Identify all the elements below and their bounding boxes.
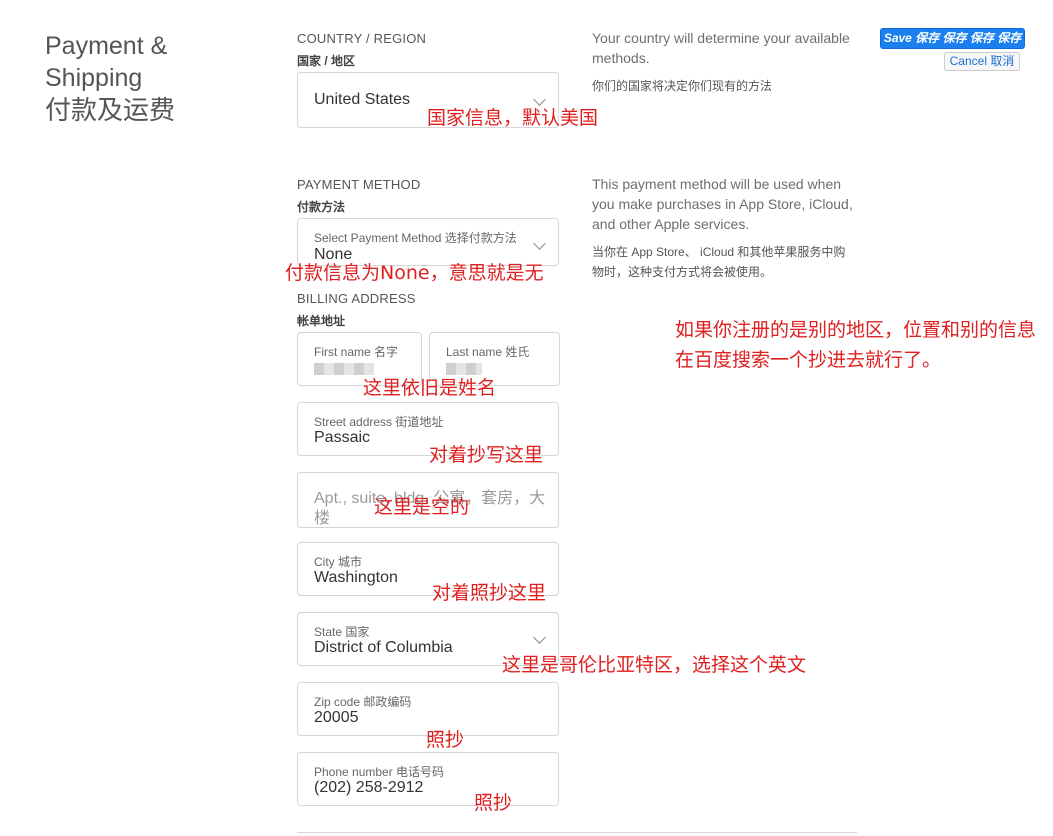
payment-note: This payment method will be used when yo… bbox=[592, 174, 854, 282]
state-value: District of Columbia bbox=[314, 639, 453, 656]
phone-number-label: Phone number 电话号码 bbox=[314, 765, 445, 779]
page-title-zh: 付款及运费 bbox=[45, 95, 176, 125]
country-select-value: United States bbox=[314, 91, 411, 108]
annotation-apt: 这里是空的 bbox=[374, 496, 470, 518]
billing-heading-zh: 帐单地址 bbox=[297, 314, 346, 328]
country-note-en: Your country will determine your availab… bbox=[592, 30, 850, 66]
annotation-zip: 照抄 bbox=[426, 729, 465, 751]
country-heading: COUNTRY / REGION 国家 / 地区 bbox=[297, 31, 426, 69]
phone-number-field[interactable]: Phone number 电话号码 (202) 258-2912 bbox=[297, 752, 559, 806]
billing-heading-en: BILLING ADDRESS bbox=[297, 291, 416, 306]
payment-heading-en: PAYMENT METHOD bbox=[297, 177, 421, 192]
billing-heading: BILLING ADDRESS 帐单地址 bbox=[297, 291, 416, 329]
annotation-phone: 照抄 bbox=[474, 792, 513, 814]
annotation-country: 国家信息，默认美国 bbox=[427, 107, 599, 129]
country-heading-zh: 国家 / 地区 bbox=[297, 54, 356, 68]
last-name-label: Last name 姓氏 bbox=[446, 345, 530, 359]
zip-code-label: Zip code 邮政编码 bbox=[314, 695, 412, 709]
save-button[interactable]: Save 保存 保存 保存 保存 bbox=[880, 28, 1025, 49]
annotation-region-tip: 如果你注册的是别的地区，位置和别的信息在百度搜索一个抄进去就行了。 bbox=[675, 319, 1037, 371]
country-note-zh: 你们的国家将决定你们现有的方法 bbox=[592, 79, 773, 93]
annotation-state: 这里是哥伦比亚特区，选择这个英文 bbox=[502, 654, 807, 676]
first-name-label: First name 名字 bbox=[314, 345, 399, 359]
street-address-value: Passaic bbox=[314, 429, 371, 446]
payment-heading: PAYMENT METHOD 付款方法 bbox=[297, 177, 420, 215]
payment-heading-zh: 付款方法 bbox=[297, 200, 346, 214]
state-label: State 国家 bbox=[314, 625, 370, 639]
phone-number-value: (202) 258-2912 bbox=[314, 779, 424, 796]
country-heading-en: COUNTRY / REGION bbox=[297, 31, 427, 46]
page-title-en: Payment & Shipping bbox=[45, 32, 168, 92]
payment-note-en: This payment method will be used when yo… bbox=[592, 176, 853, 232]
divider bbox=[297, 832, 857, 833]
annotation-street: 对着抄写这里 bbox=[429, 444, 544, 466]
annotation-payment: 付款信息为None，意思就是无 bbox=[285, 262, 544, 284]
payment-method-label: Select Payment Method 选择付款方法 bbox=[314, 231, 517, 245]
annotation-city: 对着照抄这里 bbox=[432, 582, 547, 604]
zip-code-value: 20005 bbox=[314, 709, 359, 726]
chevron-down-icon bbox=[533, 237, 546, 250]
cancel-button[interactable]: Cancel 取消 bbox=[944, 52, 1020, 71]
chevron-down-icon bbox=[533, 631, 546, 644]
street-address-label: Street address 街道地址 bbox=[314, 415, 444, 429]
page-title: Payment & Shipping 付款及运费 bbox=[45, 30, 255, 126]
city-value: Washington bbox=[314, 569, 398, 586]
annotation-name: 这里依旧是姓名 bbox=[363, 377, 497, 399]
country-note: Your country will determine your availab… bbox=[592, 28, 862, 96]
payment-note-zh: 当你在 App Store、 iCloud 和其他苹果服务中购物时，这种支付方式… bbox=[592, 245, 846, 279]
city-label: City 城市 bbox=[314, 555, 363, 569]
